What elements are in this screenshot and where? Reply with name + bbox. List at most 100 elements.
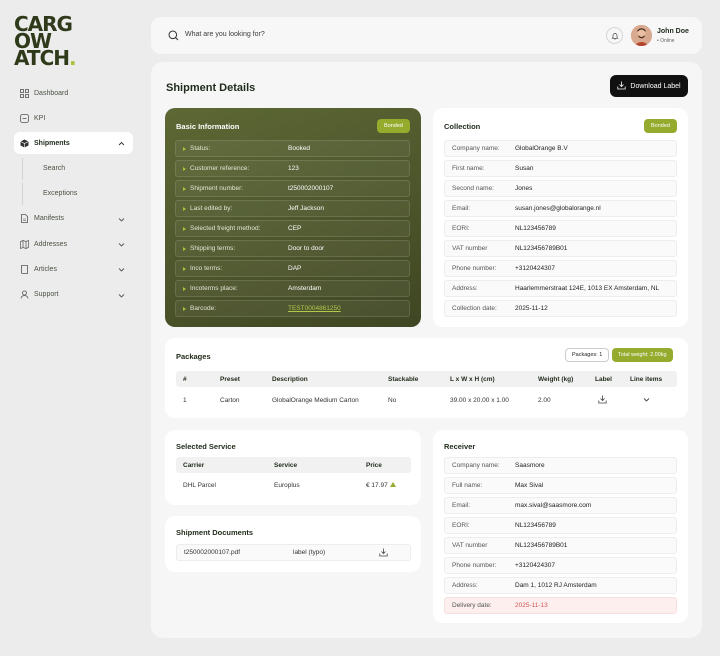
- row-label: Second name:: [452, 185, 494, 192]
- search-input[interactable]: What are you looking for?: [185, 31, 265, 38]
- row-label: Phone number:: [452, 562, 497, 569]
- table-row: 1 Carton GlobalOrange Medium Carton No 3…: [176, 391, 677, 409]
- col-service: Service: [274, 461, 298, 469]
- total-weight-chip: Total weight: 2.00kg: [612, 348, 673, 362]
- bell-icon[interactable]: [606, 27, 623, 44]
- packages-count-chip: Packages: 1: [565, 348, 610, 362]
- row-label: Full name:: [452, 482, 483, 489]
- row-label: Barcode:: [190, 305, 217, 312]
- sidebar-item-label: Dashboard: [34, 89, 69, 97]
- row-label: Collection date:: [452, 305, 497, 312]
- col-number: #: [183, 375, 187, 383]
- col-line-items: Line items: [630, 375, 663, 383]
- row-value: +3120424307: [515, 265, 555, 272]
- sidebar-item-kpi[interactable]: KPI: [14, 107, 133, 129]
- row-value: Jones: [515, 185, 533, 192]
- sidebar-item-label: Support: [34, 291, 59, 298]
- collection-title: Collection: [444, 122, 481, 131]
- kv-row: Email: max.sival@saasmore.com: [444, 497, 677, 514]
- row-value: Door to door: [288, 245, 325, 252]
- table-row[interactable]: DHL Parcel Europlus € 17.97: [176, 476, 411, 494]
- sidebar-item-shipments[interactable]: Shipments: [14, 132, 133, 155]
- kpi-icon: [20, 113, 29, 123]
- caret-up-icon: [390, 482, 396, 489]
- receiver-title: Receiver: [444, 442, 476, 451]
- basic-row: Customer reference: 123: [175, 160, 410, 177]
- download-icon[interactable]: [598, 395, 607, 406]
- receiver-card: Receiver Company name: Saasmore Full name…: [433, 430, 688, 623]
- sidebar-item-label: Search: [43, 165, 66, 173]
- row-value: Jeff Jackson: [288, 205, 325, 212]
- chevron-down-icon: [117, 265, 126, 274]
- row-value: Max Sival: [515, 482, 544, 489]
- sidebar-subitem-search[interactable]: Search: [22, 157, 133, 180]
- packages-title: Packages: [176, 352, 211, 361]
- row-label: EORI:: [452, 225, 470, 232]
- row-label: Selected freight method:: [190, 225, 261, 232]
- sidebar-item-label: Exceptions: [43, 190, 78, 198]
- chevron-down-icon[interactable]: [642, 395, 651, 406]
- sidebar-subitem-exceptions[interactable]: Exceptions: [22, 182, 133, 205]
- logo-line-3-text: ATCH: [14, 46, 70, 70]
- row-label: Address:: [452, 285, 478, 292]
- logo-line-3: ATCH.: [14, 48, 77, 68]
- sidebar-item-label: Articles: [34, 265, 57, 273]
- sidebar-item-support[interactable]: Support: [14, 284, 133, 306]
- row-label: Customer reference:: [190, 165, 250, 172]
- bonded-badge: Bonded: [377, 119, 410, 133]
- row-label: Status:: [190, 145, 211, 152]
- row-value: +3120424307: [515, 562, 555, 569]
- cell-dimensions: 39.00 x 20.00 x 1.00: [450, 396, 509, 404]
- basic-row: Inco terms: DAP: [175, 260, 410, 277]
- basic-information-title: Basic Information: [176, 122, 240, 131]
- chevron-down-icon: [117, 291, 126, 300]
- cell-number: 1: [183, 396, 187, 404]
- row-value: DAP: [288, 265, 302, 272]
- sidebar-item-articles[interactable]: Articles: [14, 258, 133, 280]
- book-icon: [20, 264, 29, 274]
- row-value: Susan: [515, 165, 534, 172]
- download-label-button[interactable]: Download Label: [610, 75, 688, 97]
- selected-service-title: Selected Service: [176, 442, 236, 451]
- cell-preset: Carton: [220, 396, 240, 404]
- sidebar-nav: Dashboard KPI Shipments Search Exception…: [14, 82, 133, 309]
- grid-icon: [20, 88, 29, 98]
- top-bar: What are you looking for? John Doe • Onl…: [151, 17, 702, 54]
- download-icon: [617, 81, 626, 92]
- document-filename[interactable]: t250002000107.pdf: [184, 549, 240, 556]
- kv-row: Company name: Saasmore: [444, 457, 677, 474]
- col-label: Label: [595, 375, 612, 383]
- barcode-link[interactable]: TEST0004861250: [288, 305, 341, 312]
- col-stackable: Stackable: [388, 375, 419, 383]
- row-value: NL123456789B01: [515, 542, 568, 549]
- row-value: 123: [288, 165, 299, 172]
- basic-row: Shipment number: t250002000107: [175, 180, 410, 197]
- basic-row: Barcode: TEST0004861250: [175, 300, 410, 317]
- col-preset: Preset: [220, 375, 240, 383]
- row-value: Booked: [288, 145, 311, 152]
- packages-card: Packages Packages: 1 Total weight: 2.00k…: [165, 338, 688, 418]
- cell-description: GlobalOrange Medium Carton: [272, 396, 359, 404]
- kv-row: Company name: GlobalOrange B.V: [444, 140, 677, 157]
- cell-weight: 2.00: [538, 396, 551, 404]
- col-weight: Weight (kg): [538, 375, 574, 383]
- kv-row: Collection date: 2025-11-12: [444, 300, 677, 317]
- kv-row: EORI: NL123456789: [444, 220, 677, 237]
- sidebar-item-addresses[interactable]: Addresses: [14, 233, 133, 255]
- kv-row: Full name: Max Sival: [444, 477, 677, 494]
- logo-dot: .: [68, 46, 77, 70]
- avatar[interactable]: [631, 25, 652, 46]
- kv-row: Second name: Jones: [444, 180, 677, 197]
- kv-row: VAT number NL123456789B01: [444, 537, 677, 554]
- search-icon[interactable]: [168, 30, 179, 41]
- kv-row-delivery-date: Delivery date: 2025-11-13: [444, 597, 677, 614]
- row-label: Inco terms:: [190, 265, 223, 272]
- row-label: Last edited by:: [190, 205, 233, 212]
- brand-logo: CARG OW ATCH.: [14, 14, 77, 68]
- sidebar-item-dashboard[interactable]: Dashboard: [14, 82, 133, 104]
- chevron-down-icon: [117, 240, 126, 249]
- download-icon[interactable]: [379, 548, 388, 559]
- row-label: VAT number: [452, 542, 488, 549]
- sidebar-item-manifests[interactable]: Manifests: [14, 208, 133, 230]
- download-label-text: Download Label: [630, 82, 681, 90]
